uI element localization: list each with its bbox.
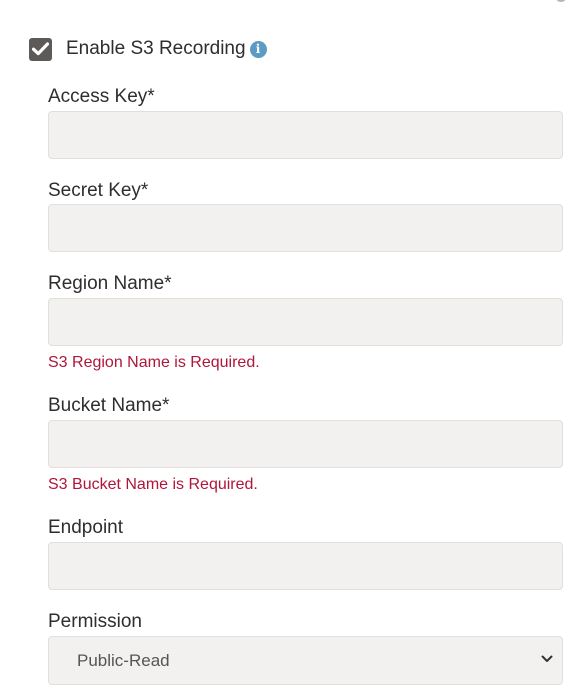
enable-s3-recording-row[interactable]: Enable S3 Recording i xyxy=(29,36,267,62)
scroll-indicator xyxy=(556,0,566,2)
region-name-label: Region Name* xyxy=(48,273,172,294)
secret-key-label: Secret Key* xyxy=(48,180,149,201)
enable-s3-recording-checkbox[interactable] xyxy=(29,37,52,61)
secret-key-input[interactable] xyxy=(48,204,563,252)
region-name-input[interactable] xyxy=(48,298,563,346)
access-key-input[interactable] xyxy=(48,111,563,159)
chevron-down-icon xyxy=(541,655,553,662)
region-name-error: S3 Region Name is Required. xyxy=(48,354,260,371)
endpoint-input[interactable] xyxy=(48,542,563,590)
access-key-label: Access Key* xyxy=(48,86,155,107)
permission-selected-value: Public-Read xyxy=(77,650,170,670)
bucket-name-error: S3 Bucket Name is Required. xyxy=(48,476,258,493)
permission-select[interactable]: Public-Read xyxy=(48,636,563,685)
enable-s3-recording-label: Enable S3 Recording xyxy=(66,38,246,59)
endpoint-label: Endpoint xyxy=(48,517,124,538)
info-icon[interactable]: i xyxy=(249,40,267,58)
checkmark-icon xyxy=(32,42,49,56)
bucket-name-input[interactable] xyxy=(48,420,563,468)
bucket-name-label: Bucket Name* xyxy=(48,395,170,416)
permission-label: Permission xyxy=(48,611,142,632)
